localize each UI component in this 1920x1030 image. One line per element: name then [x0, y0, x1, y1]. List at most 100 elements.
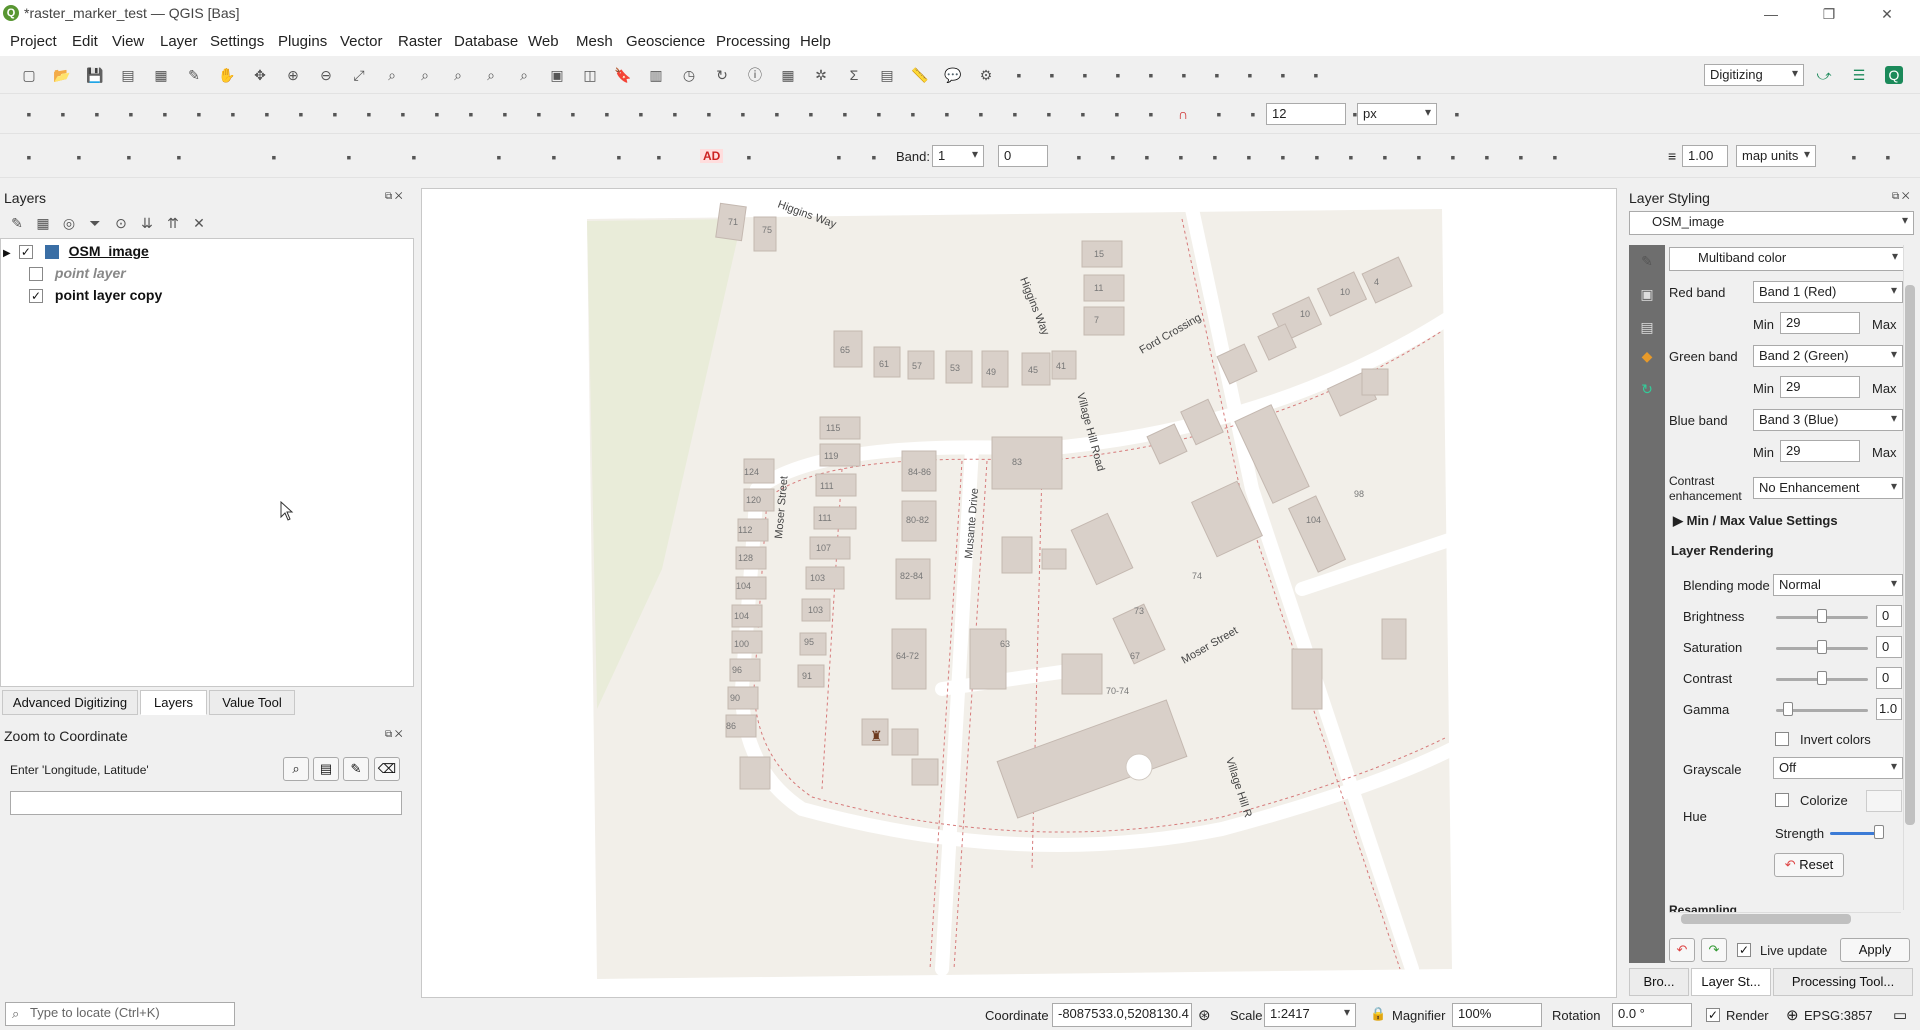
tool-icon[interactable]: ▪	[700, 105, 718, 123]
tool-icon[interactable]: ▪	[1512, 148, 1530, 166]
crs-button[interactable]: EPSG:3857	[1804, 1008, 1873, 1023]
saturation-slider-handle[interactable]	[1817, 640, 1827, 654]
tool-icon[interactable]: ▪	[1208, 66, 1226, 84]
tool-icon[interactable]: ▪	[1376, 148, 1394, 166]
tool-icon[interactable]: ▪	[462, 105, 480, 123]
tool-icon[interactable]: ▪	[1546, 148, 1564, 166]
layers-toolbar-icon[interactable]: ⇈	[164, 214, 182, 232]
tool-icon[interactable]: ▪	[1142, 66, 1160, 84]
clear-icon[interactable]: ⌫	[374, 757, 400, 781]
tool-icon[interactable]: ▪	[1244, 105, 1262, 123]
redo-style-button[interactable]: ↷	[1701, 938, 1727, 962]
styling-scrollbar[interactable]	[1903, 245, 1915, 910]
tool-icon[interactable]: ▪	[530, 105, 548, 123]
select-icon[interactable]: ⚙	[977, 66, 995, 84]
qgis-search-icon[interactable]: Q	[1885, 66, 1903, 84]
renderer-select[interactable]: Multiband color	[1669, 247, 1904, 271]
tool-icon[interactable]: ▪	[1308, 148, 1326, 166]
contrast-enhancement-select[interactable]: No Enhancement	[1753, 477, 1903, 499]
processing-toolbox-icon[interactable]: ✲	[812, 66, 830, 84]
menu-database[interactable]: Database	[454, 33, 518, 50]
tool-icon[interactable]: ▪	[1010, 66, 1028, 84]
menu-help[interactable]: Help	[800, 33, 831, 50]
tab-layer-styling[interactable]: Layer St...	[1691, 968, 1771, 996]
tool-icon[interactable]: ▪	[1070, 148, 1088, 166]
identify-icon[interactable]: ⓘ	[746, 66, 764, 84]
tool-icon[interactable]: ▪	[1206, 148, 1224, 166]
profile-select[interactable]: Digitizing	[1704, 64, 1804, 86]
tool-icon[interactable]: ▪	[490, 148, 508, 166]
layers-toolbar-icon[interactable]: ⇊	[138, 214, 156, 232]
colorize-color-button[interactable]	[1866, 790, 1902, 812]
tab-layers[interactable]: Layers	[140, 690, 207, 715]
blue-band-select[interactable]: Band 3 (Blue)	[1753, 409, 1903, 431]
style-brush-icon[interactable]: ✎	[1638, 252, 1656, 270]
tool-icon[interactable]: ▪	[1043, 66, 1061, 84]
capture-tool-icon[interactable]: ✎	[343, 757, 369, 781]
brightness-input[interactable]: 0	[1876, 605, 1902, 627]
tool-icon[interactable]: ▪	[1138, 148, 1156, 166]
menu-raster[interactable]: Raster	[398, 33, 442, 50]
layer-checkbox[interactable]: ✓	[29, 289, 43, 304]
layer-row-point-layer-copy[interactable]: ✓ point layer copy	[29, 287, 162, 309]
pan-icon[interactable]: ✋	[218, 66, 236, 84]
zoom-dock-controls[interactable]: ⧉ ✕	[385, 729, 403, 740]
tool-icon[interactable]: ▪	[836, 105, 854, 123]
layers-dock-controls[interactable]: ⧉ ✕	[385, 191, 403, 202]
menu-layer[interactable]: Layer	[160, 33, 198, 50]
tool-icon[interactable]: ▪	[428, 105, 446, 123]
snap-units-select[interactable]: px	[1357, 103, 1437, 125]
new-map-view-icon[interactable]: ▣	[548, 66, 566, 84]
menu-geoscience[interactable]: Geoscience	[626, 33, 705, 50]
brightness-slider-handle[interactable]	[1817, 609, 1827, 623]
layers-toolbar-icon[interactable]: ⊙	[112, 214, 130, 232]
colorize-checkbox[interactable]	[1775, 793, 1789, 807]
tool-icon[interactable]: ▪	[394, 105, 412, 123]
measure-icon[interactable]: 📏	[911, 66, 929, 84]
styling-hscrollbar[interactable]	[1669, 912, 1901, 924]
tool-icon[interactable]: ▪	[740, 148, 758, 166]
temporal-controller-icon[interactable]: ◷	[680, 66, 698, 84]
live-update-checkbox[interactable]: ✓	[1737, 943, 1751, 957]
print-layout-icon[interactable]: ▤	[119, 66, 137, 84]
undo-style-button[interactable]: ↶	[1669, 938, 1695, 962]
tool-icon[interactable]: ▪	[1478, 148, 1496, 166]
map-canvas[interactable]: Higgins Way Higgins Way Ford Crossing Vi…	[421, 188, 1617, 998]
tool-icon[interactable]: ▪	[1240, 148, 1258, 166]
menu-edit[interactable]: Edit	[72, 33, 98, 50]
zoom-last-icon[interactable]: ⌕	[482, 66, 500, 84]
reset-button[interactable]: ↶ Reset	[1774, 853, 1844, 877]
tab-processing-toolbox[interactable]: Processing Tool...	[1773, 968, 1913, 996]
tool-icon[interactable]: ▪	[1142, 105, 1160, 123]
tool-icon[interactable]: ▪	[326, 105, 344, 123]
red-min-input[interactable]: 29	[1780, 312, 1860, 334]
bookmark-icon[interactable]: 🔖	[614, 66, 632, 84]
blue-min-input[interactable]: 29	[1780, 440, 1860, 462]
tool-icon[interactable]: ▪	[190, 105, 208, 123]
blending-mode-select[interactable]: Normal	[1773, 574, 1903, 596]
tool-icon[interactable]: ▪	[1274, 66, 1292, 84]
layers-toolbar-icon[interactable]: ◎	[60, 214, 78, 232]
tool-icon[interactable]: ▪	[972, 105, 990, 123]
render-checkbox[interactable]: ✓	[1706, 1008, 1720, 1022]
map-tips-icon[interactable]: 💬	[944, 66, 962, 84]
tool-icon[interactable]: ▪	[224, 105, 242, 123]
open-project-icon[interactable]: 📂	[53, 66, 71, 84]
layers-toolbar-icon[interactable]: ▦	[34, 214, 52, 232]
gamma-slider-handle[interactable]	[1783, 702, 1793, 716]
tab-advanced-digitizing[interactable]: Advanced Digitizing	[2, 690, 138, 715]
magnifier-input[interactable]: 100%	[1452, 1003, 1542, 1027]
clipboard-icon[interactable]: ▤	[313, 757, 339, 781]
tool-icon[interactable]: ▪	[666, 105, 684, 123]
tool-icon[interactable]: ▪	[1104, 148, 1122, 166]
map-image[interactable]: Higgins Way Higgins Way Ford Crossing Vi…	[422, 189, 1617, 998]
show-bookmarks-icon[interactable]: ▥	[647, 66, 665, 84]
tool-icon[interactable]: ▪	[904, 105, 922, 123]
menu-plugins[interactable]: Plugins	[278, 33, 327, 50]
tool-icon[interactable]: ▪	[734, 105, 752, 123]
menu-project[interactable]: Project	[10, 33, 57, 50]
band-offset-input[interactable]: 0	[998, 145, 1048, 167]
zoom-to-layer-icon[interactable]: ⌕	[416, 66, 434, 84]
rendering-tab-icon[interactable]: ◆	[1638, 347, 1656, 365]
attribute-table-icon[interactable]: ▤	[878, 66, 896, 84]
